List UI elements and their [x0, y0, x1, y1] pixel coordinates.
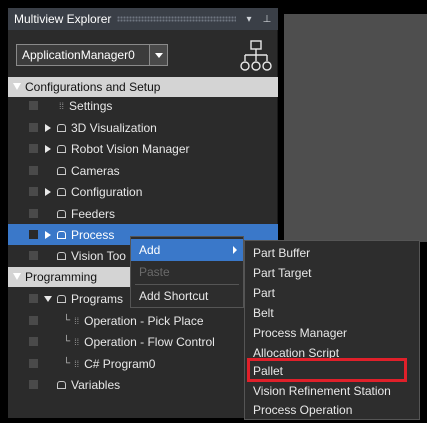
status-square-icon [29, 144, 38, 153]
section-label: Programming [25, 270, 98, 284]
submenu-item-part[interactable]: Part [245, 283, 419, 303]
tree-item-label: Operation - Pick Place [84, 313, 204, 328]
tree-branch-icon: └ [63, 358, 71, 369]
tree-item-robot-vision-manager[interactable]: Robot Vision Manager [8, 138, 278, 159]
expand-caret-icon[interactable] [13, 83, 21, 90]
submenu-item-part-target[interactable]: Part Target [245, 263, 419, 283]
folder-icon [57, 123, 66, 132]
tree-item-feeders[interactable]: Feeders [8, 203, 278, 224]
tree-item-label: Vision Too [71, 248, 126, 263]
submenu-item-process-manager[interactable]: Process Manager [245, 323, 419, 343]
menu-item-label: Belt [253, 306, 274, 320]
status-square-icon [29, 380, 38, 389]
tree-item-label: Feeders [71, 206, 116, 221]
menu-item-label: Part Target [253, 266, 312, 280]
tree-item-label: Configuration [71, 184, 143, 199]
status-square-icon [29, 294, 38, 303]
tree-item-label: C# Program0 [84, 356, 156, 371]
menu-item-label: Process Operation [253, 403, 353, 417]
tree-item-cameras[interactable]: Cameras [8, 160, 278, 181]
application-manager-value: ApplicationManager0 [22, 48, 135, 62]
status-square-icon [29, 251, 38, 260]
tree-item-csharp-program[interactable]: └ ⁞⁞ C# Program0 [8, 353, 278, 374]
expand-caret-icon[interactable] [45, 230, 51, 239]
tree-item-label: 3D Visualization [71, 120, 157, 135]
expand-caret-icon[interactable] [45, 123, 51, 132]
operation-icon: ⁞⁞ [74, 336, 80, 347]
status-square-icon [29, 101, 38, 110]
tree-item-configuration[interactable]: Configuration [8, 181, 278, 202]
folder-icon [57, 144, 66, 153]
menu-item-label: Vision Refinement Station [253, 384, 391, 398]
status-square-icon [29, 359, 38, 368]
title-grip[interactable] [117, 16, 236, 22]
tree-item-label: Robot Vision Manager [71, 141, 190, 156]
submenu-item-vision-refinement-station[interactable]: Vision Refinement Station [245, 381, 419, 401]
tree-item-3d-visualization[interactable]: 3D Visualization [8, 117, 278, 138]
status-square-icon [29, 166, 38, 175]
tree-branch-icon: └ [63, 336, 71, 347]
tree-item-label: Process [71, 227, 115, 242]
folder-icon [57, 209, 66, 218]
submenu-item-part-buffer[interactable]: Part Buffer [245, 243, 419, 263]
folder-icon [57, 230, 66, 239]
submenu-arrow-icon [233, 246, 237, 254]
menu-item-add-shortcut[interactable]: Add Shortcut [131, 285, 243, 307]
submenu-item-process-operation[interactable]: Process Operation [245, 400, 419, 420]
menu-item-label: Paste [139, 265, 170, 279]
add-submenu: Part Buffer Part Target Part Belt Proces… [244, 240, 420, 420]
folder-icon [57, 251, 66, 260]
folder-icon [57, 380, 66, 389]
highlight-box-pallet [247, 358, 407, 382]
section-configurations-and-setup[interactable]: Configurations and Setup [8, 77, 278, 97]
tree-item-operation-pick-place[interactable]: └ ⁞⁞ Operation - Pick Place [8, 310, 278, 331]
explorer-title: Multiview Explorer [14, 12, 112, 26]
tree-item-operation-flow-control[interactable]: └ ⁞⁞ Operation - Flow Control [8, 331, 278, 352]
hierarchy-view-icon[interactable] [240, 40, 272, 74]
tree-branch-icon: └ [63, 315, 71, 326]
status-square-icon [29, 123, 38, 132]
expand-caret-icon[interactable] [45, 144, 51, 153]
tree-item-label: Operation - Flow Control [84, 334, 215, 349]
menu-item-label: Process Manager [253, 326, 348, 340]
chevron-down-icon[interactable] [149, 45, 167, 65]
section-label: Configurations and Setup [25, 80, 161, 94]
status-square-icon [29, 337, 38, 346]
section-programming[interactable]: Programming [8, 267, 130, 287]
tree-item-variables[interactable]: Variables [8, 374, 278, 395]
program-icon: ⁞⁞ [74, 358, 80, 369]
explorer-title-bar[interactable]: Multiview Explorer ▾ ⊥ [8, 8, 278, 30]
settings-icon: ⁞⁞ [59, 100, 65, 111]
folder-icon [57, 187, 66, 196]
collapse-caret-icon[interactable] [44, 295, 52, 302]
folder-icon [57, 294, 66, 303]
submenu-item-belt[interactable]: Belt [245, 303, 419, 323]
context-menu: Add Paste Add Shortcut [130, 236, 244, 308]
expand-caret-icon[interactable] [13, 273, 21, 280]
status-square-icon [29, 187, 38, 196]
editor-area [284, 14, 427, 242]
menu-item-paste: Paste [131, 261, 243, 283]
status-square-icon [29, 209, 38, 218]
menu-item-label: Add Shortcut [139, 289, 209, 303]
tree-item-settings[interactable]: ⁞⁞ Settings [8, 95, 278, 116]
folder-icon [57, 166, 66, 175]
menu-item-label: Part [253, 286, 276, 300]
application-manager-dropdown[interactable]: ApplicationManager0 [16, 44, 168, 66]
status-square-icon [29, 316, 38, 325]
window-options-icon[interactable]: ▾ [242, 12, 256, 26]
menu-item-label: Part Buffer [253, 246, 311, 260]
tree-item-label: Programs [71, 291, 124, 306]
tree-item-label: Cameras [71, 163, 120, 178]
menu-item-add[interactable]: Add [131, 239, 243, 261]
tree-item-label: Variables [71, 377, 121, 392]
operation-icon: ⁞⁞ [74, 315, 80, 326]
tree-item-label: Settings [69, 98, 113, 113]
status-square-icon [29, 230, 38, 239]
multiview-explorer: Multiview Explorer ▾ ⊥ ApplicationManage… [8, 8, 278, 418]
pin-icon[interactable]: ⊥ [260, 12, 274, 26]
menu-item-label: Add [139, 243, 161, 257]
expand-caret-icon[interactable] [45, 187, 51, 196]
